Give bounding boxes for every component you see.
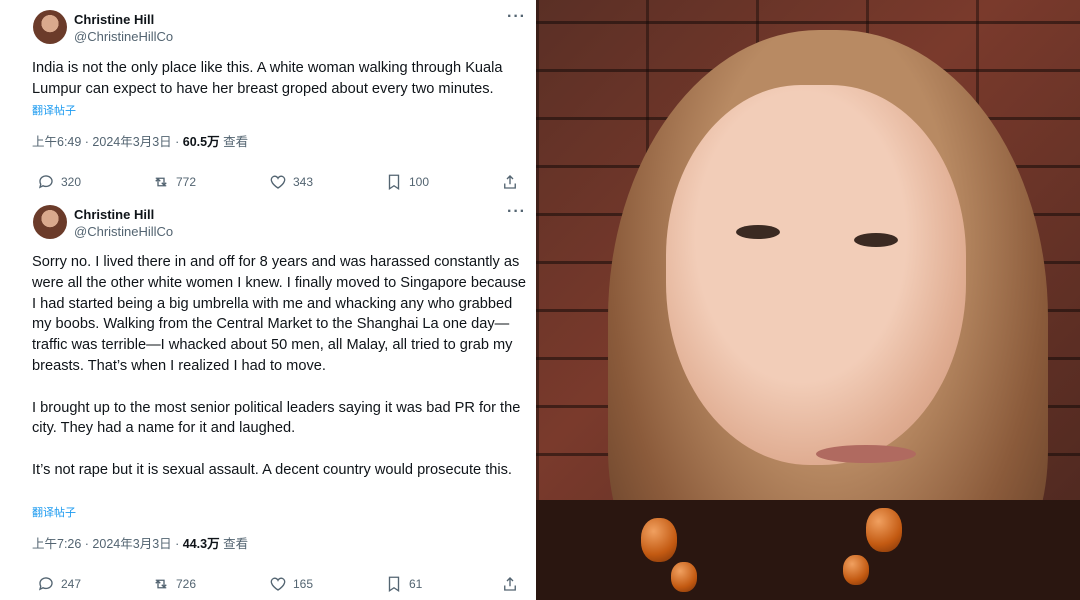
share-button[interactable] [501,173,519,191]
bead [641,518,677,562]
tweet-text: India is not the only place like this. A… [32,60,507,97]
timestamp[interactable]: 上午7:26 · 2024年3月3日 · [32,537,183,551]
avatar[interactable] [33,10,67,44]
translate-link[interactable]: 翻译帖子 [32,102,76,118]
reply-icon [38,577,53,591]
heart-icon [270,577,286,591]
repost-count: 726 [176,577,197,591]
views-label: 查看 [219,537,249,551]
bead [671,562,697,592]
like-count: 343 [293,175,314,189]
tweet-text: Sorry no. I lived there in and off for 8… [32,254,527,478]
more-options-icon[interactable]: ··· [507,203,526,221]
bookmark-count: 61 [409,577,423,591]
share-button[interactable] [501,575,519,593]
reply-count: 320 [61,175,82,189]
bookmark-count: 100 [409,175,430,189]
reply-icon [38,175,53,189]
heart-icon [270,175,286,189]
left-eye [736,225,780,239]
share-icon [504,577,516,591]
like-count: 165 [293,577,314,591]
like-button[interactable]: 343 [269,173,313,191]
reply-count: 247 [61,577,82,591]
amber-necklace [631,500,941,600]
bookmark-button[interactable]: 100 [385,173,429,191]
reply-button[interactable]: 320 [37,173,81,191]
bookmark-button[interactable]: 61 [385,575,422,593]
author-handle[interactable]: @ChristineHillCo [74,224,173,239]
bead [843,555,869,585]
action-bar: 320 772 343 100 [0,173,536,193]
tweet-2[interactable]: Christine Hill @ChristineHillCo ··· Sorr… [0,200,536,600]
repost-icon [155,177,167,187]
bookmark-icon [388,576,400,593]
like-button[interactable]: 165 [269,575,313,593]
reply-button[interactable]: 247 [37,575,81,593]
repost-button[interactable]: 772 [152,173,196,191]
mouth [816,445,916,463]
tweet-meta: 上午6:49 · 2024年3月3日 · 60.5万 查看 [32,131,248,150]
avatar[interactable] [33,205,67,239]
repost-count: 772 [176,175,197,189]
right-eye [854,233,898,247]
view-count: 44.3万 [182,537,220,551]
tweet-1[interactable]: Christine Hill @ChristineHillCo ··· Indi… [0,0,536,200]
view-count: 60.5万 [182,135,220,149]
share-icon [504,175,516,189]
author-name[interactable]: Christine Hill [74,12,154,27]
author-handle[interactable]: @ChristineHillCo [74,29,173,44]
bead [866,508,902,552]
translate-link[interactable]: 翻译帖子 [32,504,76,520]
more-options-icon[interactable]: ··· [507,8,526,26]
tweet-panel: Christine Hill @ChristineHillCo ··· Indi… [0,0,536,600]
bookmark-icon [388,174,400,191]
portrait-photo [536,0,1080,600]
tweet-meta: 上午7:26 · 2024年3月3日 · 44.3万 查看 [32,533,248,552]
views-label: 查看 [219,135,249,149]
timestamp[interactable]: 上午6:49 · 2024年3月3日 · [32,135,183,149]
face [666,85,966,465]
repost-button[interactable]: 726 [152,575,196,593]
action-bar: 247 726 165 61 [0,575,536,595]
repost-icon [155,579,167,589]
author-name[interactable]: Christine Hill [74,207,154,222]
